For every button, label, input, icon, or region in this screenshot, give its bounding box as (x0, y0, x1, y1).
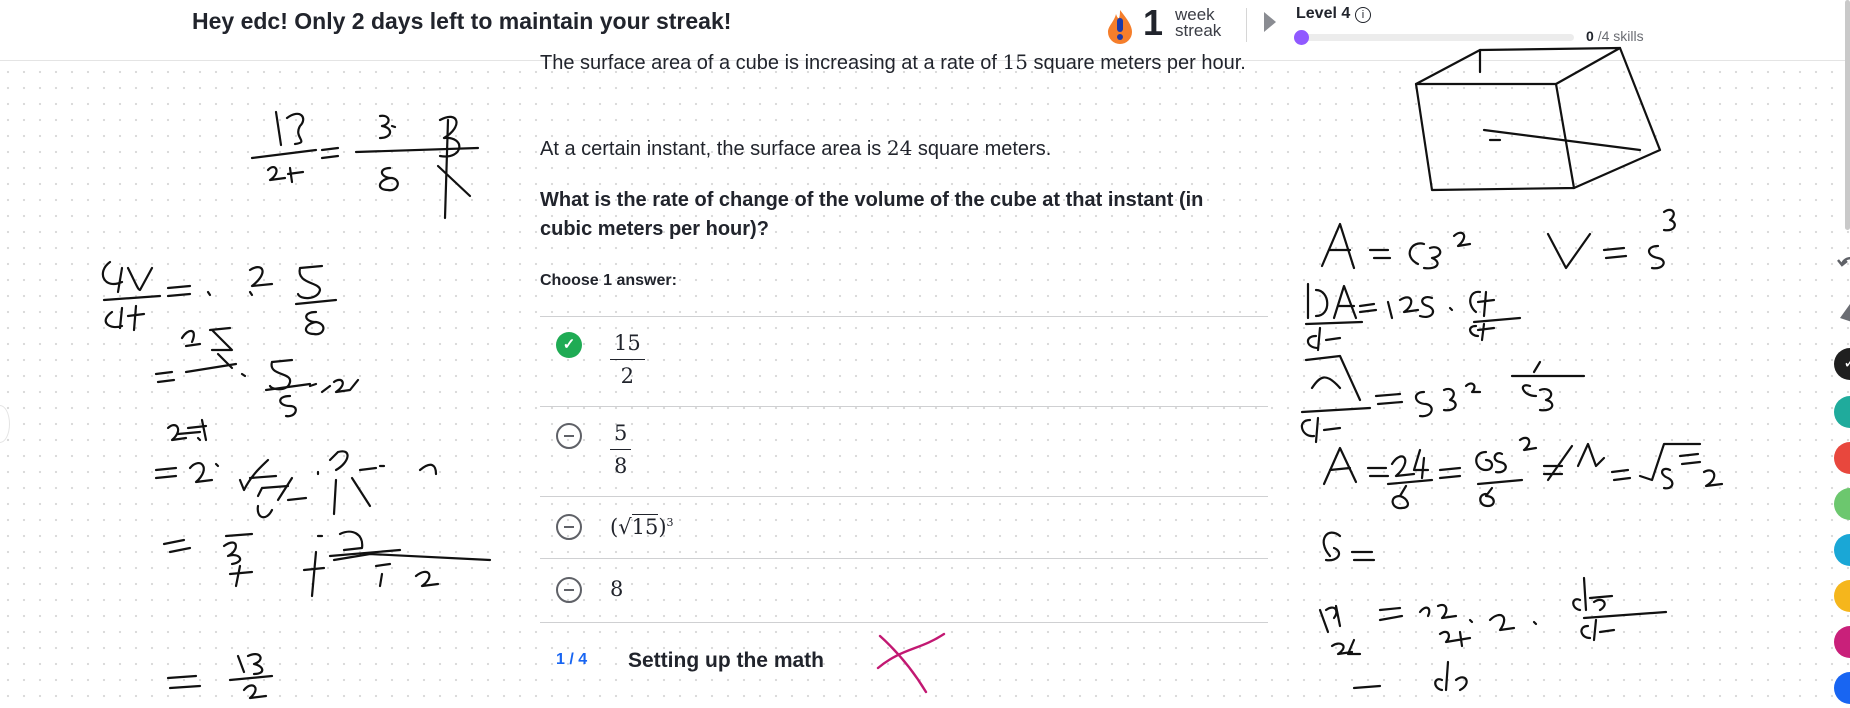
scratchpad-ink[interactable] (0, 0, 1850, 707)
scrollbar-thumb[interactable] (1845, 0, 1850, 230)
right-scratch-work (1300, 46, 1724, 692)
left-scratch-work (101, 110, 492, 700)
undo-icon[interactable] (1834, 250, 1850, 282)
eraser-icon[interactable] (1834, 296, 1850, 328)
red-x-mark (876, 632, 946, 694)
